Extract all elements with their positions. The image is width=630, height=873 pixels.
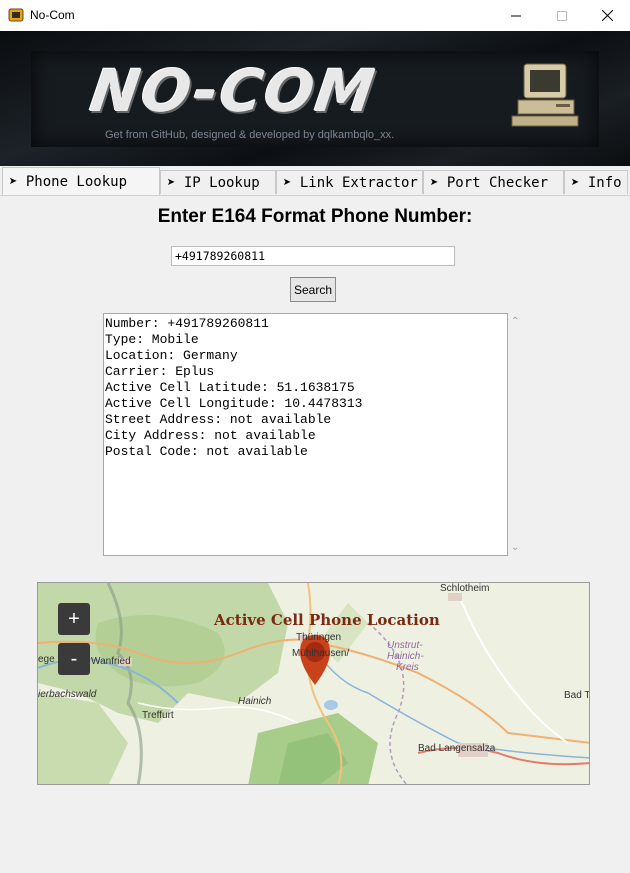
result-lines: Number: +491789260811 Type: Mobile Locat… — [105, 316, 362, 460]
map-place-label: ege — [38, 654, 55, 665]
page-heading: Enter E164 Format Phone Number: — [157, 206, 473, 227]
tab-ip-lookup[interactable]: ➤ IP Lookup — [160, 170, 276, 194]
maximize-button[interactable] — [539, 0, 585, 31]
tab-info[interactable]: ➤ Info — [564, 170, 628, 194]
result-line: Number: +491789260811 — [105, 316, 269, 331]
search-button[interactable]: Search — [290, 277, 336, 302]
result-textbox[interactable]: Number: +491789260811 Type: Mobile Locat… — [103, 313, 508, 556]
banner: NO-COM Get from GitHub, designed & devel… — [0, 31, 630, 166]
result-line: Carrier: Eplus — [105, 364, 215, 379]
banner-title: NO-COM — [86, 57, 381, 125]
map-place-label: Bad T — [564, 690, 590, 701]
map-place-label: ierbachswald — [38, 689, 97, 700]
banner-panel: NO-COM Get from GitHub, designed & devel… — [31, 51, 599, 147]
title-bar: No-Com — [0, 0, 630, 32]
result-line: Type: Mobile — [105, 332, 199, 347]
scroll-up-icon[interactable]: ⌃ — [511, 316, 519, 327]
map-place-label: Schlotheim — [440, 583, 490, 594]
map-region-label: Unstrut- — [387, 640, 423, 651]
result-line: Street Address: not available — [105, 412, 332, 427]
tab-bar: ➤ Phone Lookup ➤ IP Lookup ➤ Link Extrac… — [0, 166, 630, 196]
result-scrollbar[interactable]: ⌃ ⌄ — [508, 313, 522, 556]
phone-number-input[interactable]: +491789260811 — [171, 246, 455, 266]
map-place-label: Hainich — [238, 696, 272, 707]
app-icon — [8, 8, 24, 22]
map-region-label: Kreis — [396, 662, 419, 673]
result-line: Postal Code: not available — [105, 444, 308, 459]
result-line: Active Cell Latitude: 51.1638175 — [105, 380, 355, 395]
window-title: No-Com — [30, 8, 75, 22]
result-line: Active Cell Longitude: 10.4478313 — [105, 396, 363, 411]
map-place-label: Treffurt — [142, 710, 174, 721]
map-title: Active Cell Phone Location — [214, 611, 440, 629]
minimize-button[interactable] — [493, 0, 539, 31]
map-place-label: Bad Langensalza — [418, 743, 496, 754]
maximize-icon — [557, 10, 567, 21]
tab-port-checker[interactable]: ➤ Port Checker — [423, 170, 564, 194]
minimize-icon — [511, 15, 521, 16]
map-region-label: Hainich- — [387, 651, 424, 662]
banner-subtitle: Get from GitHub, designed & developed by… — [105, 129, 395, 141]
tab-link-extractor[interactable]: ➤ Link Extractor — [276, 170, 423, 194]
result-line: City Address: not available — [105, 428, 316, 443]
zoom-out-button[interactable]: - — [58, 643, 90, 675]
tab-phone-lookup[interactable]: ➤ Phone Lookup — [2, 167, 160, 195]
result-line: Location: Germany — [105, 348, 238, 363]
close-icon — [601, 10, 613, 21]
map-place-label: Thüringen — [296, 632, 342, 643]
map-place-label: Mühlhausen/ — [292, 648, 350, 659]
scroll-down-icon[interactable]: ⌄ — [511, 542, 519, 553]
computer-icon — [511, 63, 579, 127]
zoom-in-button[interactable]: + — [58, 603, 90, 635]
map-place-label: Wanfried — [91, 656, 131, 667]
location-map[interactable]: Schlotheim Mühlhausen/ Thüringen Unstrut… — [37, 582, 590, 785]
close-button[interactable] — [584, 0, 630, 31]
